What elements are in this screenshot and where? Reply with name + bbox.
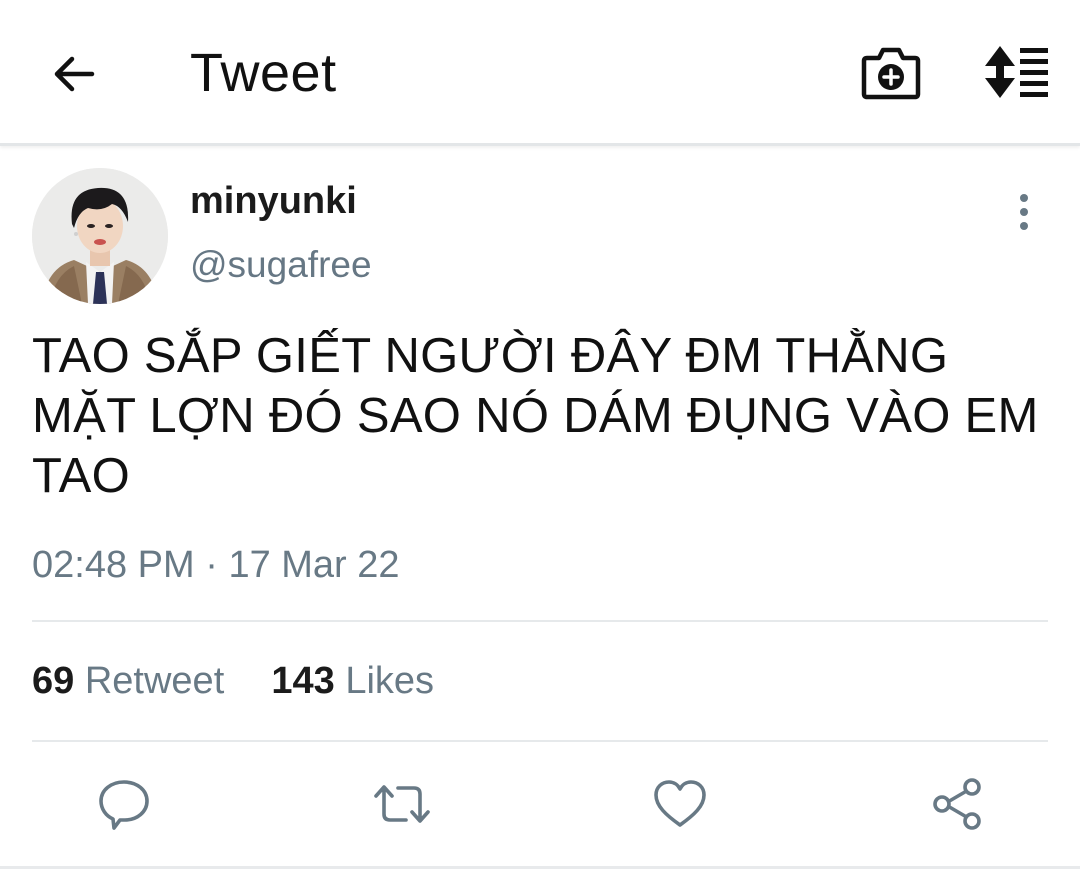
more-options-button[interactable]: [1008, 190, 1040, 234]
tweet-time: 02:48 PM: [32, 544, 195, 586]
tweet-screen: Tweet minyunki @sugafree TAO SẮP GIẾT NG…: [0, 0, 1080, 886]
share-button[interactable]: [930, 776, 986, 832]
camera-add-icon: [861, 47, 921, 100]
retweet-button[interactable]: [372, 776, 430, 832]
retweet-icon: [374, 785, 430, 823]
tweet-text: TAO SẮP GIẾT NGƯỜI ĐÂY ĐM THẰNG MẶT LỢN …: [32, 326, 1042, 506]
tweet-date: 17 Mar 22: [228, 544, 400, 586]
likes-stat[interactable]: 143 Likes: [271, 660, 434, 702]
tweet-text-line: TAO: [32, 449, 130, 503]
arrow-left-icon: [54, 56, 95, 92]
divider: [0, 866, 1080, 869]
reply-button[interactable]: [96, 776, 152, 832]
user-handle[interactable]: @sugafree: [190, 244, 372, 286]
reply-icon: [99, 780, 149, 830]
camera-button[interactable]: [860, 44, 922, 102]
retweet-count: 69: [32, 660, 75, 702]
tweet-text-line: MẶT LỢN ĐÓ SAO NÓ DÁM ĐỤNG VÀO EM: [32, 389, 1039, 443]
tweet-stats: 69 Retweet 143 Likes: [32, 660, 434, 703]
retweet-stat[interactable]: 69 Retweet: [32, 660, 235, 702]
back-button[interactable]: [48, 48, 100, 100]
more-vertical-icon: [1020, 194, 1028, 230]
timestamp-separator: ·: [205, 544, 218, 586]
page-title: Tweet: [190, 43, 337, 103]
divider: [32, 740, 1048, 742]
like-button[interactable]: [652, 776, 708, 832]
share-icon: [933, 778, 981, 830]
display-name[interactable]: minyunki: [190, 180, 357, 223]
top-app-bar: Tweet: [0, 0, 1080, 146]
sort-list-icon: [985, 46, 1048, 98]
tweet-text-line: TAO SẮP GIẾT NGƯỜI ĐÂY ĐM THẰNG: [32, 329, 949, 383]
likes-count: 143: [271, 660, 335, 702]
profile-photo: [32, 168, 168, 304]
likes-label: Likes: [345, 660, 435, 702]
avatar[interactable]: [32, 168, 168, 304]
divider: [32, 620, 1048, 622]
retweet-label: Retweet: [84, 660, 225, 702]
tweet-timestamp: 02:48 PM · 17 Mar 22: [32, 544, 400, 587]
sort-button[interactable]: [984, 44, 1052, 100]
heart-icon: [654, 780, 706, 827]
